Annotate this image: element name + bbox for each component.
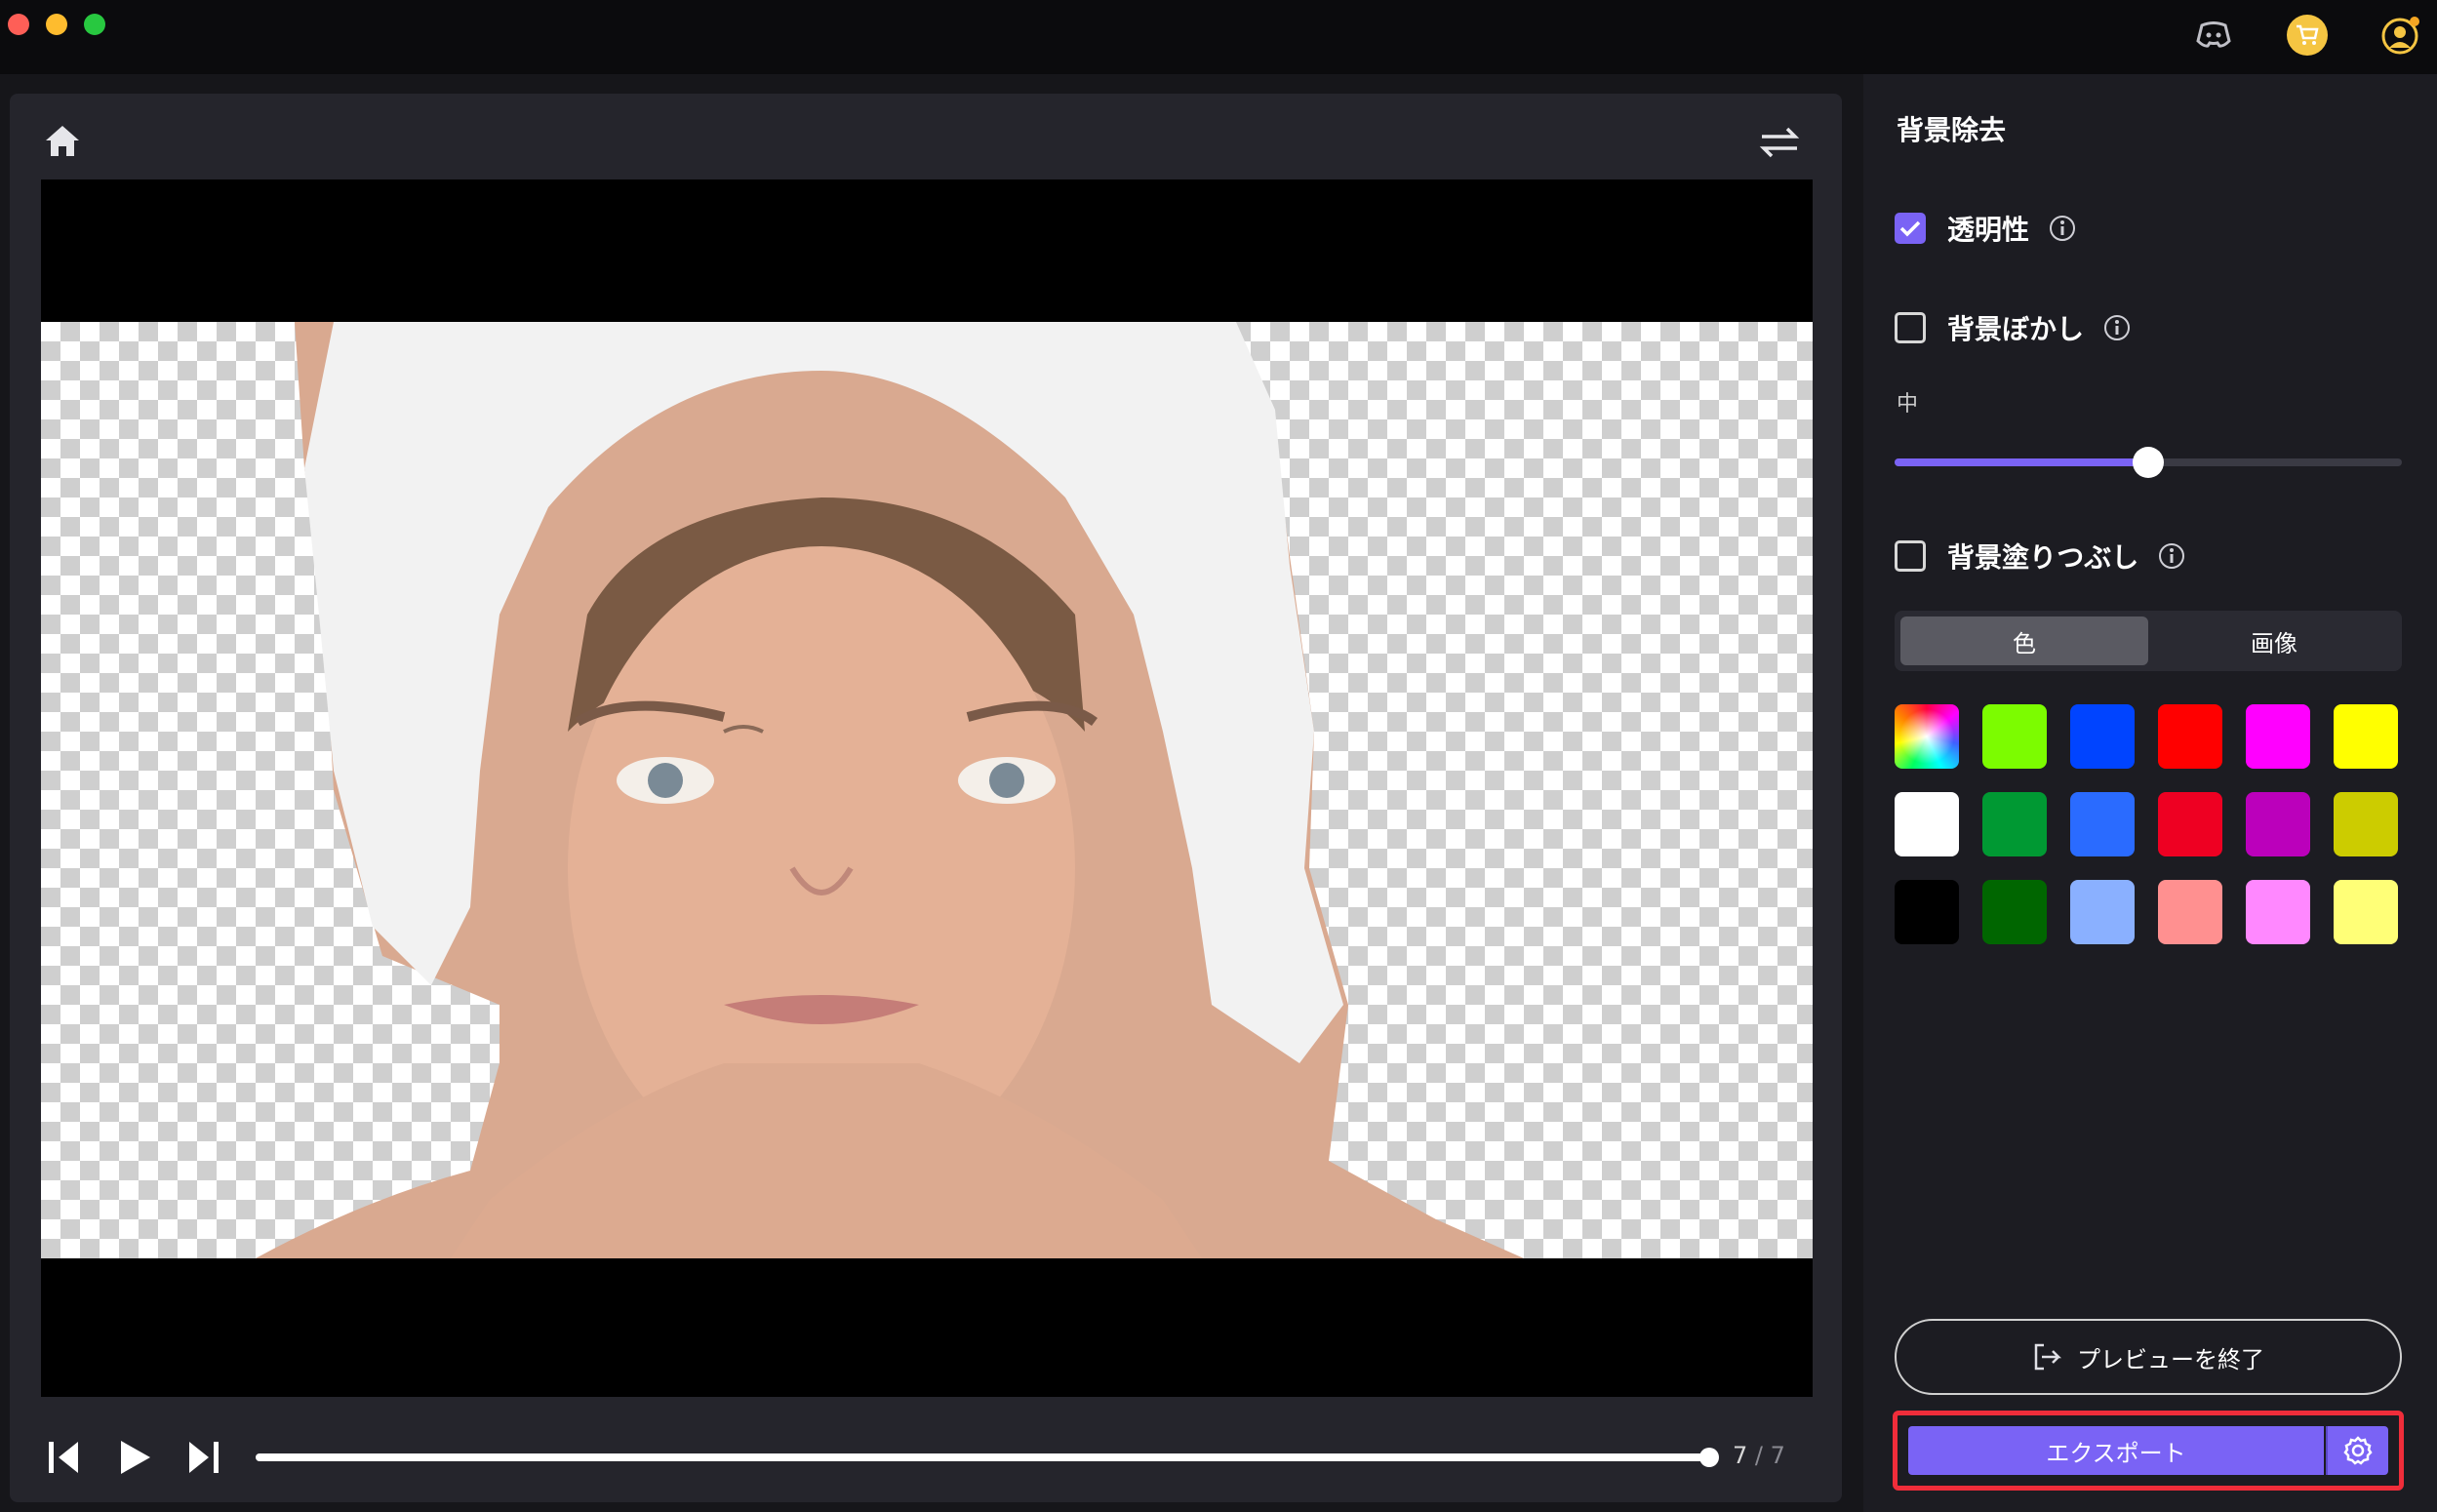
minimize-window-button[interactable] xyxy=(46,14,67,35)
transparency-label: 透明性 xyxy=(1947,214,2030,246)
gear-icon xyxy=(2343,1436,2373,1465)
title-bar xyxy=(0,0,2437,74)
total-frames: 7 xyxy=(1770,1442,1785,1469)
color-swatch[interactable] xyxy=(2070,880,2135,944)
background-fill-checkbox[interactable] xyxy=(1895,540,1926,572)
current-frame: 7 xyxy=(1733,1442,1748,1469)
discord-icon[interactable] xyxy=(2193,15,2234,56)
cart-icon[interactable] xyxy=(2287,15,2328,56)
blur-level-label: 中 xyxy=(1897,392,1919,417)
background-blur-checkbox[interactable] xyxy=(1895,312,1926,343)
color-swatch[interactable] xyxy=(1982,880,2047,944)
exit-preview-button[interactable]: プレビューを終了 xyxy=(1895,1319,2402,1395)
color-swatch[interactable] xyxy=(2070,792,2135,856)
info-icon[interactable] xyxy=(2103,314,2131,341)
transparency-option[interactable]: 透明性 xyxy=(1895,211,2076,246)
color-swatch[interactable] xyxy=(1895,792,1959,856)
account-icon[interactable] xyxy=(2380,15,2421,56)
playback-progress-knob[interactable] xyxy=(1699,1448,1719,1467)
exit-preview-label: プレビューを終了 xyxy=(2077,1345,2264,1373)
transparency-checkbox[interactable] xyxy=(1895,213,1926,244)
color-swatch[interactable] xyxy=(1895,880,1959,944)
export-settings-button[interactable] xyxy=(2326,1426,2388,1475)
color-swatch[interactable] xyxy=(2246,704,2310,769)
blur-slider-fill xyxy=(1895,458,2148,466)
color-swatch[interactable] xyxy=(1982,704,2047,769)
export-button[interactable]: エクスポート xyxy=(1908,1426,2324,1475)
color-swatch[interactable] xyxy=(2334,880,2398,944)
custom-color-swatch[interactable] xyxy=(1895,704,1959,769)
next-frame-button[interactable] xyxy=(181,1436,224,1479)
color-swatch[interactable] xyxy=(2334,792,2398,856)
counter-separator: / xyxy=(1754,1442,1764,1469)
info-icon[interactable] xyxy=(2158,542,2185,570)
color-swatch[interactable] xyxy=(2158,880,2222,944)
playback-progress-bar[interactable] xyxy=(256,1453,1711,1461)
color-swatch[interactable] xyxy=(2158,792,2222,856)
exit-icon xyxy=(2034,1343,2061,1371)
frame-counter: 7 / 7 xyxy=(1733,1442,1785,1469)
background-blur-label: 背景ぼかし xyxy=(1947,313,2085,345)
close-window-button[interactable] xyxy=(8,14,29,35)
color-swatch[interactable] xyxy=(2246,880,2310,944)
tab-color[interactable]: 色 xyxy=(1900,617,2148,665)
swap-icon[interactable] xyxy=(1758,123,1801,162)
play-button[interactable] xyxy=(113,1436,156,1479)
video-preview xyxy=(41,179,1813,1397)
panel-title: 背景除去 xyxy=(1897,114,2007,146)
home-icon[interactable] xyxy=(43,121,82,160)
color-swatch[interactable] xyxy=(2334,704,2398,769)
color-swatch[interactable] xyxy=(2070,704,2135,769)
background-fill-label: 背景塗りつぶし xyxy=(1947,541,2139,574)
previous-frame-button[interactable] xyxy=(43,1436,86,1479)
subject-cutout xyxy=(256,322,1524,1258)
blur-slider-thumb[interactable] xyxy=(2133,447,2164,478)
transparent-background xyxy=(41,322,1813,1258)
color-swatch[interactable] xyxy=(2246,792,2310,856)
color-swatch[interactable] xyxy=(1982,792,2047,856)
zoom-window-button[interactable] xyxy=(84,14,105,35)
tab-image[interactable]: 画像 xyxy=(2150,617,2398,665)
info-icon[interactable] xyxy=(2049,215,2076,242)
background-fill-option[interactable]: 背景塗りつぶし xyxy=(1895,538,2185,574)
background-blur-option[interactable]: 背景ぼかし xyxy=(1895,310,2131,345)
color-swatch[interactable] xyxy=(2158,704,2222,769)
